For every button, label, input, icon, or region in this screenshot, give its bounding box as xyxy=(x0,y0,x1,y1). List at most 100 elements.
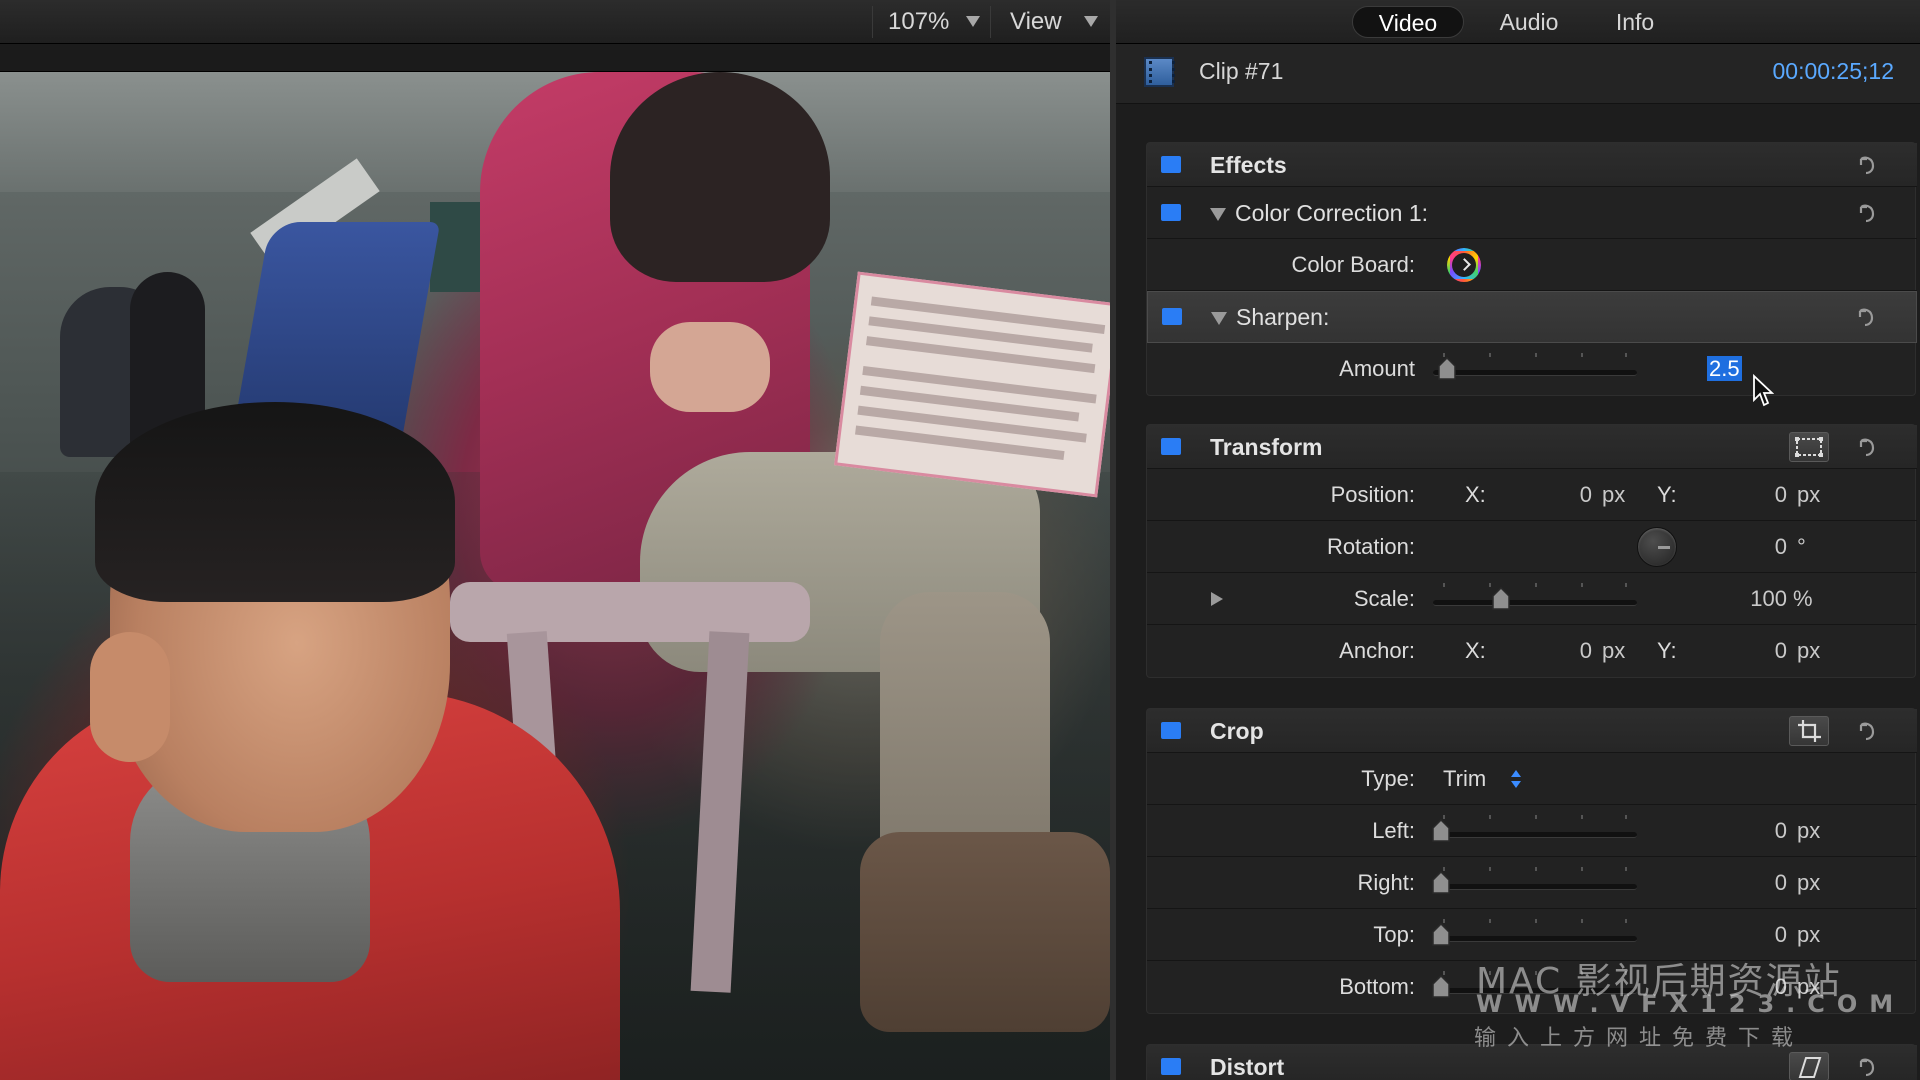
px-unit: px xyxy=(1797,922,1821,947)
tab-info[interactable]: Info xyxy=(1590,6,1680,38)
transform-enable-checkbox[interactable] xyxy=(1161,438,1181,455)
crop-onscreen-control-button[interactable] xyxy=(1789,716,1829,746)
position-y-label: Y: xyxy=(1657,482,1677,507)
crop-top-label: Top: xyxy=(1373,922,1415,947)
effects-header: Effects xyxy=(1147,143,1917,187)
color-board-label: Color Board: xyxy=(1291,252,1415,277)
px-unit: px xyxy=(1797,818,1821,843)
reset-arrow-icon[interactable] xyxy=(1855,154,1877,176)
zoom-level[interactable]: 107% xyxy=(888,0,949,44)
viewer-subbar xyxy=(0,44,1110,72)
zoom-dropdown-arrow-icon[interactable] xyxy=(966,16,980,27)
up-down-stepper-icon[interactable] xyxy=(1509,768,1523,790)
slider-thumb-icon[interactable] xyxy=(1431,975,1451,999)
boots xyxy=(860,832,1110,1032)
px-unit: px xyxy=(1797,870,1821,895)
transform-title: Transform xyxy=(1210,434,1323,460)
slider-thumb-icon[interactable] xyxy=(1431,923,1451,947)
slider-ticks xyxy=(1443,867,1627,873)
tab-audio[interactable]: Audio xyxy=(1476,6,1582,38)
crop-right-slider[interactable] xyxy=(1431,867,1637,897)
scale-slider[interactable] xyxy=(1433,583,1637,613)
scale-value[interactable]: 100 xyxy=(1707,586,1787,612)
amount-value-field[interactable]: 2.5 xyxy=(1707,356,1742,382)
px-unit: px xyxy=(1602,638,1626,663)
color-board-row: Color Board: xyxy=(1147,239,1917,291)
clip-header: Clip #71 00:00:25;12 xyxy=(1116,44,1920,104)
reset-arrow-icon[interactable] xyxy=(1855,436,1877,458)
reset-arrow-icon[interactable] xyxy=(1855,720,1877,742)
crop-top-slider[interactable] xyxy=(1431,919,1637,949)
watermark-subtitle: 输 入 上 方 网 址 免 费 下 载 xyxy=(1474,1026,1795,1051)
mouse-pointer-icon xyxy=(1753,374,1774,407)
tab-video[interactable]: Video xyxy=(1352,6,1464,38)
slider-thumb-icon[interactable] xyxy=(1491,587,1511,611)
crop-icon xyxy=(1798,720,1821,742)
color-board-arrow-icon[interactable] xyxy=(1447,248,1481,282)
crop-type-row: Type: Trim xyxy=(1147,753,1917,805)
slider-thumb-icon[interactable] xyxy=(1431,871,1451,895)
crop-right-row: Right: 0 px xyxy=(1147,857,1917,909)
position-row: Position: X: 0 px Y: 0 px xyxy=(1147,469,1917,521)
rotation-row: Rotation: 0 ° xyxy=(1147,521,1917,573)
viewer-panel: 107% View xyxy=(0,0,1110,1080)
px-unit: px xyxy=(1797,482,1821,507)
reset-arrow-icon[interactable] xyxy=(1855,1056,1877,1078)
distort-enable-checkbox[interactable] xyxy=(1161,1058,1181,1075)
crop-enable-checkbox[interactable] xyxy=(1161,722,1181,739)
degree-unit: ° xyxy=(1797,534,1806,559)
rotation-label: Rotation: xyxy=(1326,534,1415,559)
slider-thumb-icon[interactable] xyxy=(1437,357,1457,381)
slider-track xyxy=(1433,936,1637,942)
slider-thumb-icon[interactable] xyxy=(1431,819,1451,843)
crop-left-slider[interactable] xyxy=(1431,815,1637,845)
position-x-value[interactable]: 0 xyxy=(1527,482,1592,508)
distort-icon xyxy=(1798,1057,1822,1078)
crop-top-value[interactable]: 0 xyxy=(1717,922,1787,948)
transform-frame-icon xyxy=(1795,437,1823,457)
reset-arrow-icon[interactable] xyxy=(1854,306,1876,328)
sharpen-enable-checkbox[interactable] xyxy=(1162,308,1182,325)
video-frame[interactable] xyxy=(0,72,1110,1080)
sharpen-row[interactable]: Sharpen: xyxy=(1147,291,1917,343)
toolbar-separator xyxy=(872,6,873,38)
rotation-dial-icon[interactable] xyxy=(1637,527,1677,567)
px-unit: px xyxy=(1602,482,1626,507)
position-y-value[interactable]: 0 xyxy=(1717,482,1787,508)
color-correction-enable-checkbox[interactable] xyxy=(1161,204,1181,221)
anchor-y-value[interactable]: 0 xyxy=(1717,638,1787,664)
disclosure-triangle-right-icon[interactable] xyxy=(1211,592,1223,606)
scale-row: Scale: 100 % xyxy=(1147,573,1917,625)
toolbar-separator xyxy=(990,6,991,38)
crop-left-value[interactable]: 0 xyxy=(1717,818,1787,844)
open-book xyxy=(834,271,1110,498)
crop-right-value[interactable]: 0 xyxy=(1717,870,1787,896)
effects-enable-checkbox[interactable] xyxy=(1161,156,1181,173)
rotation-value[interactable]: 0 xyxy=(1717,534,1787,560)
crop-type-popup[interactable]: Trim xyxy=(1443,766,1486,792)
clip-timecode: 00:00:25;12 xyxy=(1772,58,1894,84)
amount-slider[interactable] xyxy=(1433,353,1637,383)
transform-onscreen-control-button[interactable] xyxy=(1789,432,1829,462)
woman-hand xyxy=(650,322,770,412)
position-x-label: X: xyxy=(1465,482,1486,507)
slider-track xyxy=(1433,600,1637,606)
crop-bottom-label: Bottom: xyxy=(1339,974,1415,999)
clip-name: Clip #71 xyxy=(1199,58,1284,84)
percent-unit: % xyxy=(1793,586,1813,611)
position-label: Position: xyxy=(1330,482,1415,507)
amount-value[interactable]: 2.5 xyxy=(1707,356,1742,381)
anchor-label: Anchor: xyxy=(1339,638,1415,663)
disclosure-triangle-down-icon[interactable] xyxy=(1210,208,1226,221)
final-cut-pro-window: 107% View Video Audio Info Clip #71 00:0… xyxy=(0,0,1920,1080)
disclosure-triangle-down-icon[interactable] xyxy=(1211,312,1227,325)
slider-track xyxy=(1433,370,1637,376)
transform-section: Transform Position: X: 0 px Y: 0 px Rota… xyxy=(1146,424,1917,678)
anchor-x-value[interactable]: 0 xyxy=(1527,638,1592,664)
crop-left-label: Left: xyxy=(1372,818,1415,843)
view-menu-button[interactable]: View xyxy=(1010,0,1062,44)
reset-arrow-icon[interactable] xyxy=(1855,202,1877,224)
distort-title: Distort xyxy=(1210,1054,1285,1080)
distort-onscreen-control-button[interactable] xyxy=(1789,1052,1829,1080)
view-dropdown-arrow-icon[interactable] xyxy=(1084,16,1098,27)
